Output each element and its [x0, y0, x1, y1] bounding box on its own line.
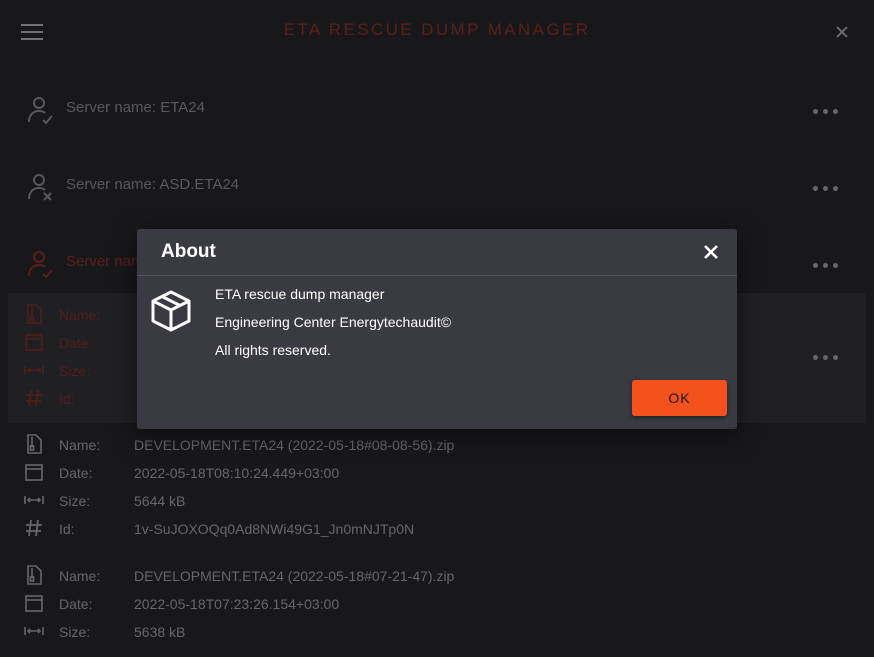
dialog-rights: All rights reserved. [215, 342, 331, 358]
dialog-app-name: ETA rescue dump manager [215, 286, 385, 302]
dialog-title: About [161, 241, 216, 262]
dialog-close-icon[interactable] [702, 243, 720, 261]
package-box-icon [149, 289, 193, 333]
dialog-company: Engineering Center Energytechaudit© [215, 314, 452, 330]
dialog-divider [137, 275, 737, 276]
about-dialog: About ETA rescue dump manager Engineerin… [137, 229, 737, 429]
ok-button[interactable]: OK [632, 380, 727, 416]
